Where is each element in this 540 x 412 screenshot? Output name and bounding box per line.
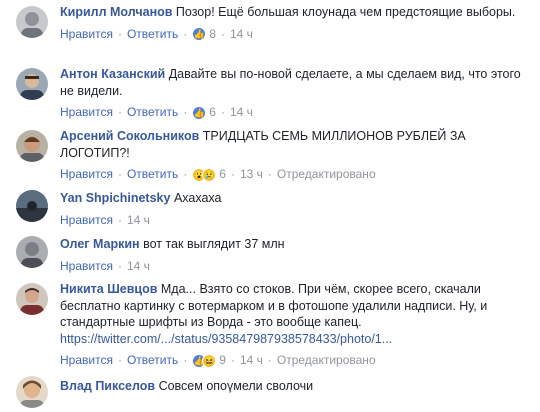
reply-button[interactable]: Ответить	[127, 105, 178, 119]
reaction-count[interactable]: 6	[219, 167, 226, 181]
comment-author[interactable]: Олег Маркин	[60, 237, 140, 251]
comment-actions: Нравится · Ответить · 👍 8 · 14 ч	[60, 25, 532, 43]
comment-message: Ахахаха	[173, 191, 222, 205]
comment-message: вот так выглядит 37 млн	[143, 237, 285, 251]
edited-label[interactable]: Отредактировано	[277, 167, 376, 181]
comment: Олег Маркин вот так выглядит 37 млн Нрав…	[0, 234, 540, 276]
comment-text: Никита Шевцов Мда... Взято со стоков. Пр…	[60, 281, 532, 331]
reactions[interactable]: 😮😢	[192, 165, 217, 183]
avatar[interactable]	[16, 236, 48, 268]
reply-button[interactable]: Ответить	[127, 353, 178, 367]
reactions[interactable]: 👍	[192, 103, 207, 121]
like-button[interactable]: Нравится	[60, 213, 113, 227]
avatar[interactable]	[16, 68, 48, 100]
comment-text: Олег Маркин вот так выглядит 37 млн	[60, 236, 532, 253]
comment: Антон Казанский Давайте вы по-новой сдел…	[0, 64, 540, 122]
comment-author[interactable]: Арсений Сокольников	[60, 129, 199, 143]
reply-button[interactable]: Ответить	[127, 27, 178, 41]
comment: Никита Шевцов Мда... Взято со стоков. Пр…	[0, 279, 540, 371]
reaction-count[interactable]: 6	[209, 105, 216, 119]
reaction-count[interactable]: 8	[209, 27, 216, 41]
reactions[interactable]: 👍😆	[192, 351, 217, 369]
comment-time[interactable]: 14 ч	[230, 105, 253, 119]
comment: Влад Пикселов Совсем опоүмели сволочи	[0, 372, 540, 412]
comment-text: Арсений Сокольников ТРИДЦАТЬ СЕМЬ МИЛЛИО…	[60, 128, 532, 161]
comment-actions: Нравится · Ответить · 👍 6 · 14 ч	[60, 103, 532, 121]
comment-actions: Нравится · Ответить · 👍😆 9 · 14 ч · Отредактирова…	[60, 351, 532, 369]
comment-text: Влад Пикселов Совсем опоүмели сволочи	[60, 378, 532, 395]
avatar[interactable]	[16, 6, 48, 38]
comment: Арсений Сокольников ТРИДЦАТЬ СЕМЬ МИЛЛИО…	[0, 126, 540, 184]
comment-message: Совсем опоүмели сволочи	[158, 379, 314, 393]
comment-author[interactable]: Антон Казанский	[60, 67, 165, 81]
avatar[interactable]	[16, 190, 48, 222]
comment-time[interactable]: 14 ч	[230, 27, 253, 41]
comment-actions: Нравится · 14 ч	[60, 258, 150, 273]
comment-author[interactable]: Никита Шевцов	[60, 282, 157, 296]
like-button[interactable]: Нравится	[60, 167, 113, 181]
comment-time[interactable]: 13 ч	[240, 167, 263, 181]
like-button[interactable]: Нравится	[60, 27, 113, 41]
reply-button[interactable]: Ответить	[127, 167, 178, 181]
like-button[interactable]: Нравится	[60, 353, 113, 367]
like-icon: 👍	[192, 105, 207, 120]
like-icon: 👍	[192, 27, 207, 42]
comment-author[interactable]: Кирилл Молчанов	[60, 5, 172, 19]
comment-actions: Нравится · Ответить · 😮😢 6 · 13 ч · Отредактирова…	[60, 165, 532, 183]
haha-icon: 😆	[202, 353, 217, 368]
reaction-count[interactable]: 9	[219, 353, 226, 367]
comment-time[interactable]: 14 ч	[240, 353, 263, 367]
comment: Кирилл Молчанов Позор! Ещё большая клоун…	[0, 2, 540, 60]
sad-icon: 😢	[202, 167, 217, 182]
comment-author[interactable]: Влад Пикселов	[60, 379, 155, 393]
like-button[interactable]: Нравится	[60, 105, 113, 119]
comment: Yan Shpichinetsky Ахахаха Нравится · 14 ч	[0, 188, 540, 230]
comment-actions: Нравится · 14 ч	[60, 212, 150, 227]
comment-time[interactable]: 14 ч	[127, 213, 150, 227]
comment-message: Позор! Ещё большая клоунада чем предстоя…	[175, 5, 516, 19]
edited-label[interactable]: Отредактировано	[277, 353, 376, 367]
comment-author[interactable]: Yan Shpichinetsky	[60, 191, 170, 205]
like-button[interactable]: Нравится	[60, 259, 113, 273]
avatar[interactable]	[16, 283, 48, 315]
comment-text: Yan Shpichinetsky Ахахаха	[60, 190, 532, 207]
reactions[interactable]: 👍	[192, 24, 207, 42]
comment-time[interactable]: 14 ч	[127, 259, 150, 273]
avatar[interactable]	[16, 376, 48, 408]
avatar[interactable]	[16, 130, 48, 162]
comment-text: Кирилл Молчанов Позор! Ещё большая клоун…	[60, 4, 532, 21]
comment-link[interactable]: https://twitter.com/.../status/935847987…	[60, 332, 392, 346]
comment-text: Антон Казанский Давайте вы по-новой сдел…	[60, 66, 532, 99]
